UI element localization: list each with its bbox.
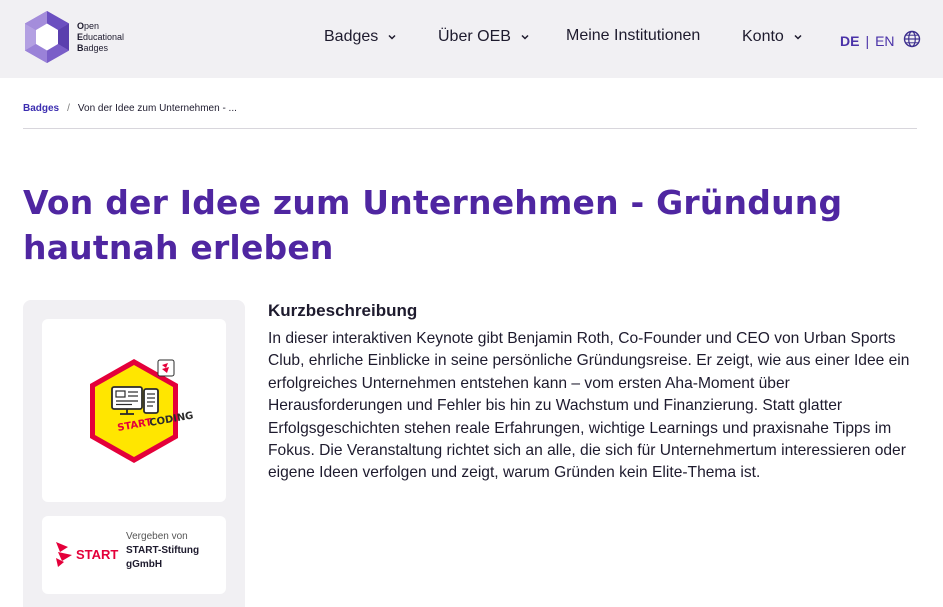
breadcrumb: Badges / Von der Idee zum Unternehmen - … bbox=[23, 103, 237, 114]
language-switcher: DE | EN bbox=[840, 30, 921, 51]
description-text: In dieser interaktiven Keynote gibt Benj… bbox=[268, 330, 910, 482]
page-title: Von der Idee zum Unternehmen - Gründung … bbox=[23, 183, 843, 267]
nav-konto-label: Konto bbox=[742, 28, 784, 45]
nav-ueber-oeb-label: Über OEB bbox=[438, 28, 511, 45]
nav-badges-label: Badges bbox=[324, 28, 379, 45]
nav-badges[interactable]: Badges bbox=[324, 28, 397, 46]
logo-wordmark: Open Educational Badges bbox=[77, 20, 125, 53]
breadcrumb-separator: / bbox=[67, 103, 70, 114]
issuer-logo-word: START bbox=[76, 546, 119, 562]
language-de[interactable]: DE bbox=[840, 33, 859, 49]
nav-meine-institutionen-label: Meine Institutionen bbox=[566, 27, 701, 44]
chevron-down-icon bbox=[520, 28, 530, 46]
nav-meine-institutionen[interactable]: Meine Institutionen bbox=[566, 27, 700, 45]
nav-ueber-oeb[interactable]: Über OEB bbox=[438, 28, 530, 46]
nav-konto[interactable]: Konto bbox=[742, 28, 803, 46]
issuer-card[interactable]: START Vergeben von START-Stiftung gGmbH bbox=[42, 516, 226, 594]
description-heading: Kurzbeschreibung bbox=[268, 301, 418, 320]
start-coding-badge-icon: START CODING bbox=[90, 358, 194, 463]
top-navigation-bar: Open Educational Badges Badges Über OEB … bbox=[0, 0, 943, 78]
language-en[interactable]: EN bbox=[875, 33, 894, 49]
start-foundation-logo-icon bbox=[56, 542, 72, 567]
issuer-label: Vergeben von bbox=[126, 531, 188, 542]
oeb-logo-link[interactable]: Open Educational Badges bbox=[22, 9, 124, 65]
badge-image-card: START CODING bbox=[42, 319, 226, 502]
language-separator: | bbox=[865, 32, 870, 49]
breadcrumb-current: Von der Idee zum Unternehmen - ... bbox=[77, 103, 237, 114]
chevron-down-icon bbox=[387, 28, 397, 46]
chevron-down-icon bbox=[793, 28, 803, 46]
globe-icon[interactable] bbox=[903, 30, 921, 51]
oeb-logo-icon bbox=[25, 11, 69, 63]
issuer-logo: START bbox=[54, 540, 118, 568]
breadcrumb-badges-link[interactable]: Badges bbox=[23, 103, 59, 114]
issuer-name[interactable]: START-Stiftung gGmbH bbox=[126, 544, 216, 571]
breadcrumb-divider bbox=[23, 128, 917, 129]
